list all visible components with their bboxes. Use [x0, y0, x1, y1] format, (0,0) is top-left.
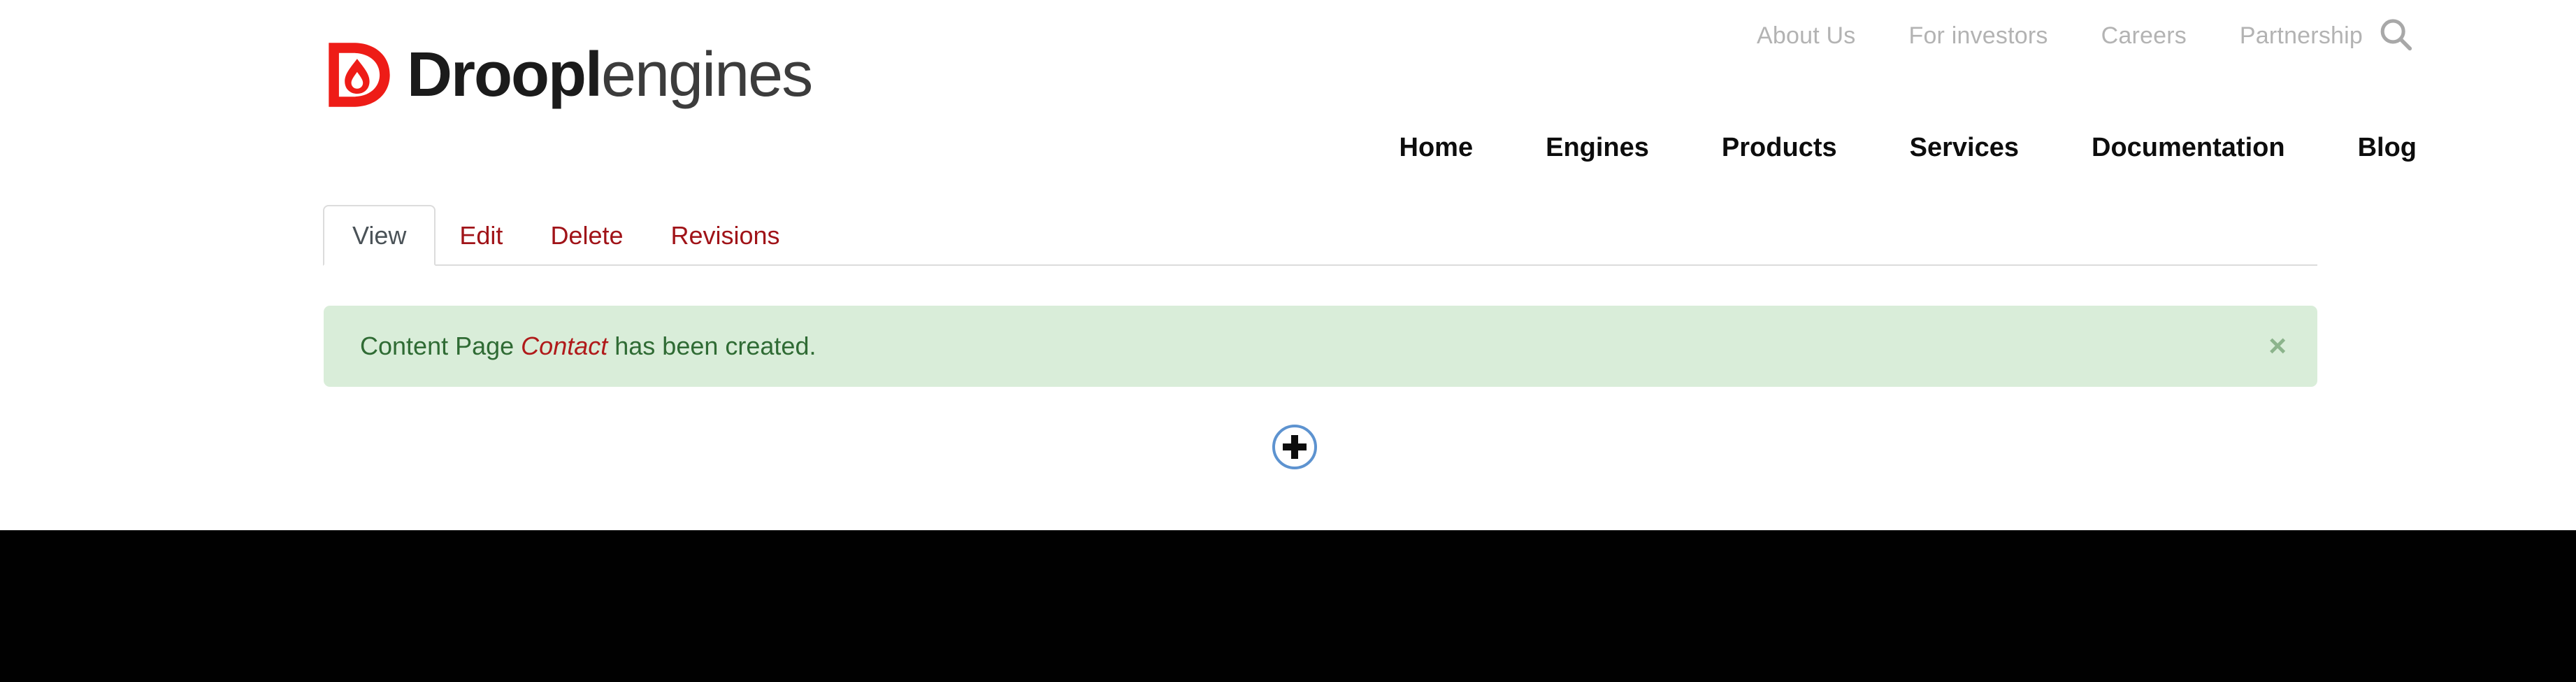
tab-delete[interactable]: Delete — [526, 206, 647, 264]
plus-icon — [1283, 435, 1307, 459]
footer-columns: HEADQUARTERS About Us Engines Services P… — [0, 530, 2576, 682]
search-icon[interactable] — [2376, 15, 2417, 56]
logo-text-light: engines — [600, 40, 813, 110]
site-logo[interactable]: Drooplengines — [323, 38, 813, 111]
droplet-d-logo-icon — [329, 43, 390, 107]
utility-nav: About Us For investors Careers Partnersh… — [1757, 22, 2363, 50]
status-message-prefix: Content Page — [360, 332, 521, 360]
utility-link-partnership[interactable]: Partnership — [2240, 22, 2363, 50]
status-message: Content Page Contact has been created. × — [324, 306, 2317, 387]
utility-link-careers[interactable]: Careers — [2101, 22, 2187, 50]
site-header: Drooplengines About Us For investors Car… — [0, 0, 2576, 530]
status-message-emphasis: Contact — [521, 332, 608, 360]
utility-link-about-us[interactable]: About Us — [1757, 22, 1855, 50]
main-nav-link-services[interactable]: Services — [1910, 133, 2019, 163]
tab-view[interactable]: View — [323, 204, 436, 266]
main-nav: Home Engines Products Services Documenta… — [1399, 133, 2417, 163]
main-nav-link-documentation[interactable]: Documentation — [2092, 133, 2285, 163]
logo-text-strong: Droopl — [407, 40, 603, 110]
status-message-text: Content Page Contact has been created. — [360, 332, 816, 361]
add-block-button[interactable] — [1272, 425, 1317, 469]
tab-revisions[interactable]: Revisions — [647, 206, 804, 264]
search-icon-glyph — [2380, 19, 2412, 51]
main-nav-link-products[interactable]: Products — [1722, 133, 1837, 163]
status-message-suffix: has been created. — [607, 332, 816, 360]
close-icon[interactable]: × — [2268, 331, 2287, 362]
page-root: Drooplengines About Us For investors Car… — [0, 0, 2576, 682]
site-footer: HEADQUARTERS About Us Engines Services P… — [0, 530, 2576, 682]
node-tabs: View Edit Delete Revisions — [323, 199, 2317, 266]
utility-link-for-investors[interactable]: For investors — [1908, 22, 2048, 50]
main-nav-link-blog[interactable]: Blog — [2358, 133, 2417, 163]
logo-wordmark: Drooplengines — [407, 43, 813, 106]
main-nav-link-engines[interactable]: Engines — [1546, 133, 1649, 163]
main-nav-link-home[interactable]: Home — [1399, 133, 1474, 163]
tab-edit[interactable]: Edit — [436, 206, 526, 264]
